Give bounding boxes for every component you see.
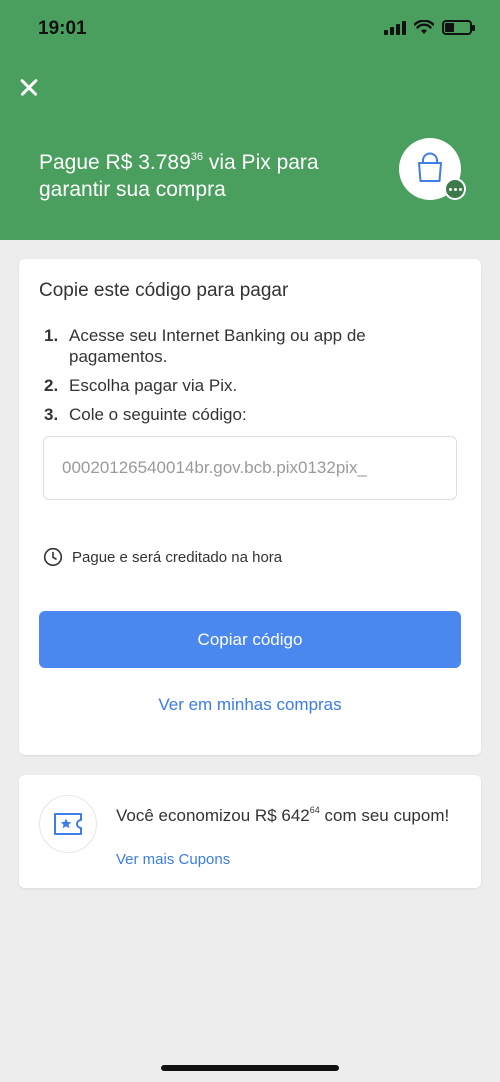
screen: 19:01 Pague R$ 3.78936 via Pix para gara… xyxy=(0,0,500,1082)
savings-suffix: com seu cupom! xyxy=(319,806,450,825)
coupon-card: Você economizou R$ 64264 com seu cupom! … xyxy=(19,775,481,888)
coupon-icon xyxy=(54,813,82,835)
title-amount: Pague R$ 3.789 xyxy=(39,151,191,174)
card-title: Copie este código para pagar xyxy=(39,280,289,301)
note-text: Pague e será creditado na hora xyxy=(72,548,283,566)
more-coupons-link[interactable]: Ver mais Cupons xyxy=(116,851,230,868)
status-time: 19:01 xyxy=(38,18,87,39)
status-bar: 19:01 xyxy=(0,0,500,60)
copy-code-button[interactable]: Copiar código xyxy=(39,611,461,668)
view-purchases-link[interactable]: Ver em minhas compras xyxy=(39,695,461,715)
step-number: 2. xyxy=(44,376,59,395)
pix-code-text: 00020126540014br.gov.bcb.pix0132pix_ xyxy=(62,458,368,477)
steps-list: 1. Acesse seu Internet Banking ou app de… xyxy=(44,325,444,433)
shopping-bag-icon xyxy=(418,152,442,182)
step-number: 1. xyxy=(44,326,59,345)
step-item: 1. Acesse seu Internet Banking ou app de… xyxy=(44,325,444,367)
savings-amount: Você economizou R$ 642 xyxy=(116,806,310,825)
step-item: 2. Escolha pagar via Pix. xyxy=(44,375,444,396)
status-icons xyxy=(384,20,475,35)
coupon-icon-badge xyxy=(39,795,97,853)
battery-icon xyxy=(442,20,475,35)
savings-cents: 64 xyxy=(309,805,320,815)
step-item: 3. Cole o seguinte código: xyxy=(44,404,444,425)
page-title: Pague R$ 3.78936 via Pix para garantir s… xyxy=(39,144,379,203)
payment-card: Copie este código para pagar 1. Acesse s… xyxy=(19,259,481,755)
clock-icon xyxy=(43,547,63,567)
instant-credit-note: Pague e será creditado na hora xyxy=(43,547,282,567)
step-text: Escolha pagar via Pix. xyxy=(69,376,238,395)
more-icon xyxy=(444,178,466,200)
header: 19:01 Pague R$ 3.78936 via Pix para gara… xyxy=(0,0,500,240)
title-cents: 36 xyxy=(190,151,204,163)
step-text: Cole o seguinte código: xyxy=(69,405,247,424)
step-number: 3. xyxy=(44,405,59,424)
coupon-savings-text: Você economizou R$ 64264 com seu cupom! xyxy=(116,799,456,827)
wifi-icon xyxy=(414,20,434,34)
pix-code-field[interactable]: 00020126540014br.gov.bcb.pix0132pix_ xyxy=(43,436,457,500)
signal-icon xyxy=(384,20,406,35)
step-text: Acesse seu Internet Banking ou app de pa… xyxy=(69,326,366,366)
home-indicator[interactable] xyxy=(161,1065,339,1071)
close-button[interactable] xyxy=(14,72,44,102)
